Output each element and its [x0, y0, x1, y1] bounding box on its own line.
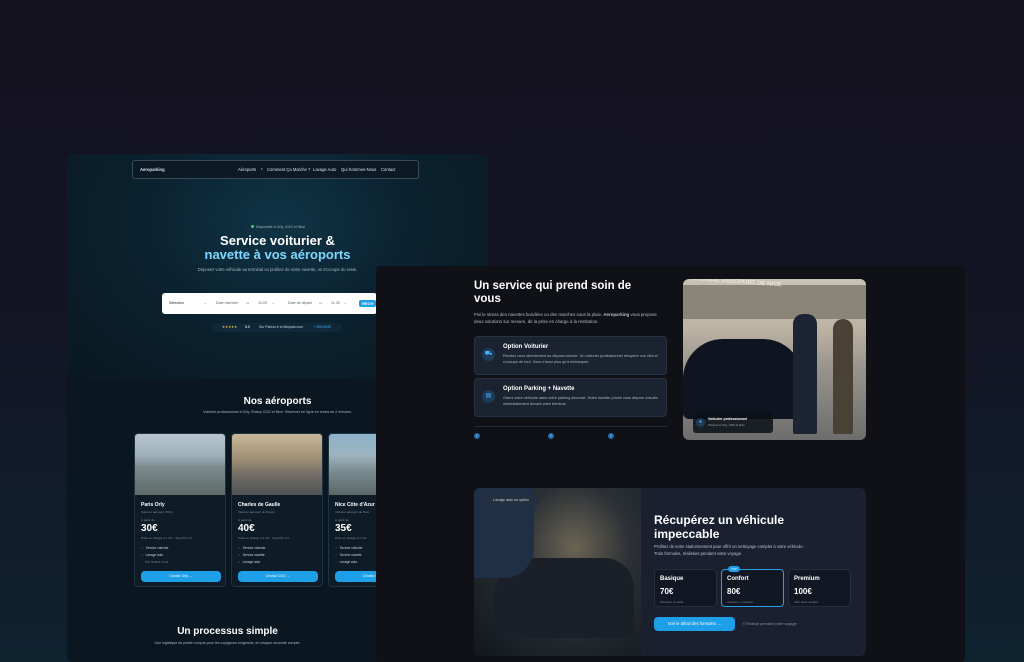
- chevron-down-icon: ⌄: [272, 301, 276, 305]
- wash-note: ◷ Réalisé pendant votre voyage: [742, 622, 797, 626]
- wash-title: Récupérez un véhicule impeccable: [654, 513, 785, 541]
- top-badge: TOP: [728, 566, 740, 572]
- ratings-badge: ★★★★★ 5.0 Sur Parkos.fr et Allopark.com …: [212, 323, 342, 332]
- formulas-button[interactable]: Voir le détail des formules →: [654, 617, 735, 631]
- check-icon: ✓: [335, 546, 338, 550]
- feature-ponctualite: ✓Ponctualité garantie: [548, 433, 578, 610]
- process-title: Un processus simple: [177, 626, 278, 637]
- process-subtitle: Une logistique de pointe conçue pour les…: [154, 641, 301, 645]
- dropoff-date-field[interactable]: Date d'arrivée: [216, 301, 238, 305]
- nav-item-lavage[interactable]: Lavage Auto: [313, 167, 336, 172]
- hero-title: Service voiturier & navette à vos aéropo…: [204, 233, 351, 262]
- service-title: Un service qui prend soin de vous: [474, 280, 632, 305]
- check-icon: ✓: [238, 553, 241, 557]
- car-wash-photo: Lavage auto en option: [474, 488, 641, 656]
- feature-item: ✓ Service voiturier: [141, 546, 169, 550]
- nav-bar: Aeroparking Aéroports ▾ Comment Ça March…: [132, 160, 419, 179]
- review-count: + 500 AVIS: [314, 325, 331, 329]
- star-icons: ★★★★★: [222, 325, 238, 329]
- check-icon: ✓: [238, 546, 241, 550]
- car-icon: ⛟: [482, 348, 495, 361]
- availability-pill: Disponible à Orly, CDG et Nice: [245, 223, 311, 231]
- check-icon: ✓: [474, 433, 480, 439]
- airports-subtitle: Voiturier professionnel à Orly, Roissy C…: [203, 410, 352, 414]
- valet-badge: ● Voiturier professionnel Présent à Orly…: [693, 413, 773, 433]
- valet-photo: TERMINAL AÉROPORT DE NICE ● Voiturier pr…: [683, 279, 866, 440]
- circle-icon: ○: [141, 560, 143, 564]
- nav-item-contact[interactable]: Contact: [381, 167, 395, 172]
- airport-card-cdg: Charles de Gaulle Voiturier aéroport de …: [231, 433, 323, 587]
- wash-card: Lavage auto en option Récupérez un véhic…: [474, 488, 866, 656]
- choose-orly-button[interactable]: Choisir Orly →: [141, 571, 221, 582]
- service-description: Fini le stress des navettes bondées ou d…: [474, 312, 657, 324]
- calendar-icon: ▭: [319, 301, 323, 305]
- choose-cdg-button[interactable]: Choisir CDG →: [238, 571, 318, 582]
- car-shape: [683, 339, 803, 419]
- chevron-down-icon: ⌄: [204, 301, 208, 305]
- calendar-icon: ▭: [246, 301, 250, 305]
- hero-subtitle: Déposez votre véhicule au terminal ou pr…: [197, 267, 358, 272]
- check-icon: ✓: [141, 553, 144, 557]
- airport-card-orly: Paris Orly Voiturier aéroport d'Orly À p…: [134, 433, 226, 587]
- check-icon: ✓: [238, 560, 241, 564]
- feature-securise: ✓Véhicule sécurisé et assuré: [474, 433, 499, 620]
- feature-service-client: ✓Service client 24h/24: [608, 433, 631, 615]
- plan-basique[interactable]: Basique 70€ Extérieur complet: [654, 569, 717, 607]
- check-icon: ✓: [141, 546, 144, 550]
- plan-premium[interactable]: Premium 100€ Soin total complet: [788, 569, 851, 607]
- rating-score: 5.0: [245, 325, 250, 329]
- check-icon: ✓: [548, 433, 554, 439]
- valet-figure: [793, 314, 817, 434]
- clock-icon: ◷: [742, 622, 746, 626]
- plan-confort[interactable]: TOP Confort 80€ Intérieur + extérieur: [721, 566, 784, 607]
- cdg-photo: [232, 434, 322, 495]
- dropoff-time-field[interactable]: 12:00: [258, 301, 267, 305]
- divider: [474, 426, 667, 427]
- feature-item: ✓ Lavage auto: [238, 560, 261, 564]
- feature-item: ✓ Lavage auto: [141, 553, 164, 557]
- brand-logo[interactable]: Aeroparking: [140, 167, 165, 172]
- search-button[interactable]: RECH: [359, 300, 377, 307]
- feature-item: ✓ Service navette: [238, 553, 265, 557]
- feature-item: ✓ Lavage auto: [335, 560, 358, 564]
- orly-photo: [135, 434, 225, 495]
- chevron-down-icon: ▾: [261, 167, 263, 171]
- option-voiturier-card[interactable]: ⛟ Option Voiturier Rendez vous directeme…: [474, 336, 667, 375]
- check-icon: ✓: [335, 553, 338, 557]
- search-bar: Sélection ⌄ Date d'arrivée ▭ 12:00 ⌄ Dat…: [162, 293, 377, 314]
- right-page-preview: Un service qui prend soin de vous Fini l…: [376, 266, 965, 662]
- rating-source: Sur Parkos.fr et Allopark.com: [259, 325, 303, 329]
- nav-item-qui[interactable]: Qui Sommes-Nous: [341, 167, 376, 172]
- nav-item-comment[interactable]: Comment Ça Marche ?: [267, 167, 310, 172]
- nav-item-aeroports[interactable]: Aéroports: [238, 167, 256, 172]
- wash-tag: Lavage auto en option: [482, 496, 540, 505]
- chevron-down-icon: ⌄: [344, 301, 348, 305]
- check-icon: ✓: [335, 560, 338, 564]
- feature-item: ✓ Service voiturier: [238, 546, 266, 550]
- feature-item: ○ Sur rendez-vous: [141, 560, 169, 564]
- user-icon: ●: [696, 418, 705, 427]
- return-date-field[interactable]: Date de départ: [288, 301, 312, 305]
- option-parking-card[interactable]: ▤ Option Parking + Navette Garez votre v…: [474, 378, 667, 417]
- check-icon: ✓: [608, 433, 614, 439]
- feature-item: ✓ Service voiturier: [335, 546, 363, 550]
- feature-item: ✓ Service navette: [335, 553, 362, 557]
- wash-description: Profitez de votre stationnement pour off…: [654, 544, 804, 556]
- status-dot-icon: [250, 225, 254, 228]
- traveler-figure: [833, 319, 853, 434]
- bus-icon: ▤: [482, 390, 495, 403]
- airport-select[interactable]: Sélection: [169, 301, 184, 305]
- return-time-field[interactable]: 11:30: [331, 301, 340, 305]
